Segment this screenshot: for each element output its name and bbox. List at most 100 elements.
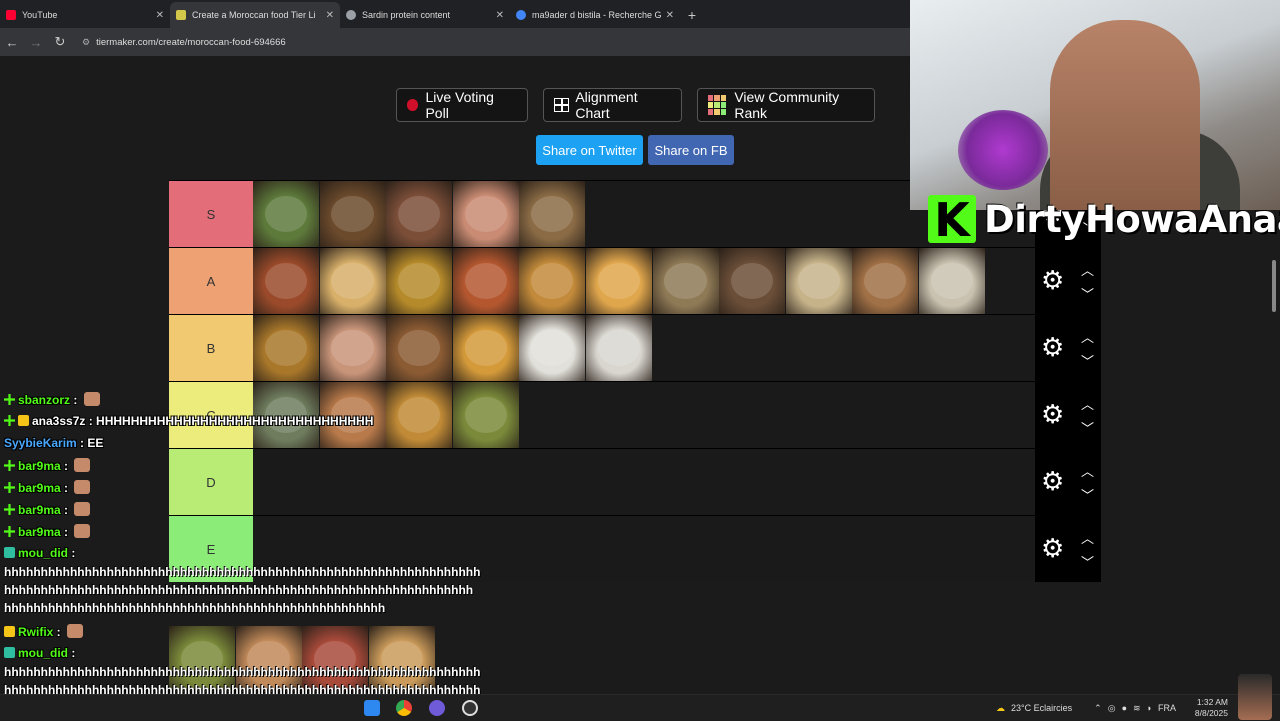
food-item[interactable] — [386, 181, 453, 247]
food-item[interactable] — [585, 315, 652, 381]
emote-icon — [67, 624, 84, 638]
motion-blur-hand — [958, 110, 1048, 190]
tab-label: Create a Moroccan food Tier Li — [192, 10, 316, 20]
food-item[interactable] — [519, 315, 586, 381]
view-community-rank-button[interactable]: View Community Rank — [697, 88, 875, 122]
emote-icon — [74, 524, 91, 538]
close-icon[interactable]: ✕ — [496, 10, 504, 21]
close-icon[interactable]: ✕ — [156, 10, 164, 21]
streamer-banner: DirtyHowaAnaa — [928, 193, 1280, 247]
chevron-down-icon[interactable]: ﹀ — [1081, 284, 1094, 303]
tier-label-a[interactable]: A — [169, 248, 253, 314]
files-icon[interactable] — [364, 700, 380, 716]
weather-text[interactable]: 23°C Eclaircies — [1011, 703, 1072, 713]
chat-username[interactable]: mou_did — [18, 646, 68, 660]
back-icon[interactable]: ← — [0, 35, 24, 50]
gear-icon[interactable]: ⚙ — [1041, 467, 1064, 495]
page-scrollbar[interactable] — [1272, 260, 1276, 312]
live-voting-poll-button[interactable]: Live Voting Poll — [396, 88, 528, 122]
food-item[interactable] — [253, 315, 319, 381]
chevron-up-icon[interactable]: ︿ — [1081, 260, 1094, 279]
close-icon[interactable]: ✕ — [326, 10, 334, 21]
food-item[interactable] — [519, 248, 586, 314]
new-tab-button[interactable]: + — [680, 2, 704, 28]
food-item[interactable] — [719, 248, 786, 314]
chevron-down-icon[interactable]: ﹀ — [1081, 418, 1094, 437]
language-indicator[interactable]: FRA — [1158, 703, 1176, 713]
food-item[interactable] — [386, 315, 453, 381]
chat-username[interactable]: ana3ss7z — [32, 414, 85, 428]
chat-username[interactable]: mou_did — [18, 546, 68, 560]
streamer-head — [1050, 20, 1200, 210]
food-item[interactable] — [386, 382, 453, 448]
chrome-icon[interactable] — [396, 700, 412, 716]
chevron-down-icon[interactable]: ﹀ — [1081, 485, 1094, 504]
clock[interactable]: 1:32 AM 8/8/2025 — [1195, 697, 1228, 719]
food-item[interactable] — [386, 248, 453, 314]
volume-icon[interactable]: ◗ — [1147, 703, 1152, 713]
tab-youtube[interactable]: YouTube ✕ — [0, 2, 170, 28]
share-twitter-button[interactable]: Share on Twitter — [536, 135, 643, 165]
tab-tiermaker[interactable]: Create a Moroccan food Tier Li ✕ — [170, 2, 340, 28]
chat-username[interactable]: bar9ma — [18, 503, 61, 517]
food-item[interactable] — [452, 315, 519, 381]
food-item[interactable] — [452, 382, 519, 448]
gear-icon[interactable]: ⚙ — [1041, 400, 1064, 428]
food-item[interactable] — [785, 248, 852, 314]
subscriber-badge-icon — [4, 504, 15, 515]
food-item[interactable] — [585, 248, 652, 314]
chat-username[interactable]: bar9ma — [18, 481, 61, 495]
chevron-down-icon[interactable]: ﹀ — [1081, 351, 1094, 370]
mod-badge-icon — [4, 647, 15, 658]
chat-username[interactable]: Rwifix — [18, 625, 53, 639]
discord-icon[interactable] — [429, 700, 445, 716]
chat-username[interactable]: bar9ma — [18, 525, 61, 539]
forward-icon[interactable]: → — [24, 35, 48, 50]
share-fb-button[interactable]: Share on FB — [648, 135, 734, 165]
chevron-down-icon[interactable]: ﹀ — [1081, 552, 1094, 571]
chevron-up-icon[interactable]: ︿ — [1081, 528, 1094, 547]
chat-username[interactable]: sbanzorz — [18, 393, 70, 407]
tab-sardin[interactable]: Sardin protein content ✕ — [340, 2, 510, 28]
mic-icon[interactable]: ● — [1122, 703, 1127, 713]
tier-label-b[interactable]: B — [169, 315, 253, 381]
tab-google[interactable]: ma9ader d bistila - Recherche G ✕ — [510, 2, 680, 28]
streamer-name: DirtyHowaAnaa — [984, 197, 1280, 241]
food-item[interactable] — [452, 181, 519, 247]
network-icon[interactable]: ◎ — [1108, 703, 1116, 714]
tray-chevron-icon[interactable]: ⌃ — [1094, 703, 1102, 714]
chevron-up-icon[interactable]: ︿ — [1081, 461, 1094, 480]
food-item[interactable] — [253, 248, 319, 314]
food-item[interactable] — [519, 181, 586, 247]
tier-label-d[interactable]: D — [169, 449, 253, 515]
food-item[interactable] — [319, 248, 386, 314]
tier-label-s[interactable]: S — [169, 181, 253, 247]
chevron-up-icon[interactable]: ︿ — [1081, 394, 1094, 413]
food-item[interactable] — [319, 315, 386, 381]
food-item[interactable] — [918, 248, 985, 314]
chat-separator: : — [53, 625, 65, 639]
chat-username[interactable]: bar9ma — [18, 459, 61, 473]
chat-username[interactable]: SyybieKarim — [4, 436, 77, 450]
chat-separator: : — [68, 646, 76, 660]
url-field[interactable]: ⚙ tiermaker.com/create/moroccan-food-694… — [82, 37, 910, 48]
food-item[interactable] — [652, 248, 719, 314]
obs-icon[interactable] — [462, 700, 478, 716]
alignment-chart-button[interactable]: Alignment Chart — [543, 88, 682, 122]
gear-icon[interactable]: ⚙ — [1041, 266, 1064, 294]
chat-message: bar9ma : — [4, 458, 91, 473]
gear-icon[interactable]: ⚙ — [1041, 333, 1064, 361]
close-icon[interactable]: ✕ — [666, 10, 674, 21]
tab-label: Sardin protein content — [362, 10, 451, 20]
food-item[interactable] — [319, 181, 386, 247]
wifi-icon[interactable]: ≋ — [1133, 703, 1141, 714]
reload-icon[interactable]: ↻ — [48, 34, 72, 50]
gear-icon[interactable]: ⚙ — [1041, 534, 1064, 562]
site-info-icon[interactable]: ⚙ — [82, 37, 90, 48]
weather-icon[interactable]: ☁ — [996, 703, 1005, 714]
chevron-up-icon[interactable]: ︿ — [1081, 327, 1094, 346]
food-item[interactable] — [253, 181, 319, 247]
youtube-icon — [6, 10, 16, 20]
food-item[interactable] — [852, 248, 919, 314]
food-item[interactable] — [452, 248, 519, 314]
